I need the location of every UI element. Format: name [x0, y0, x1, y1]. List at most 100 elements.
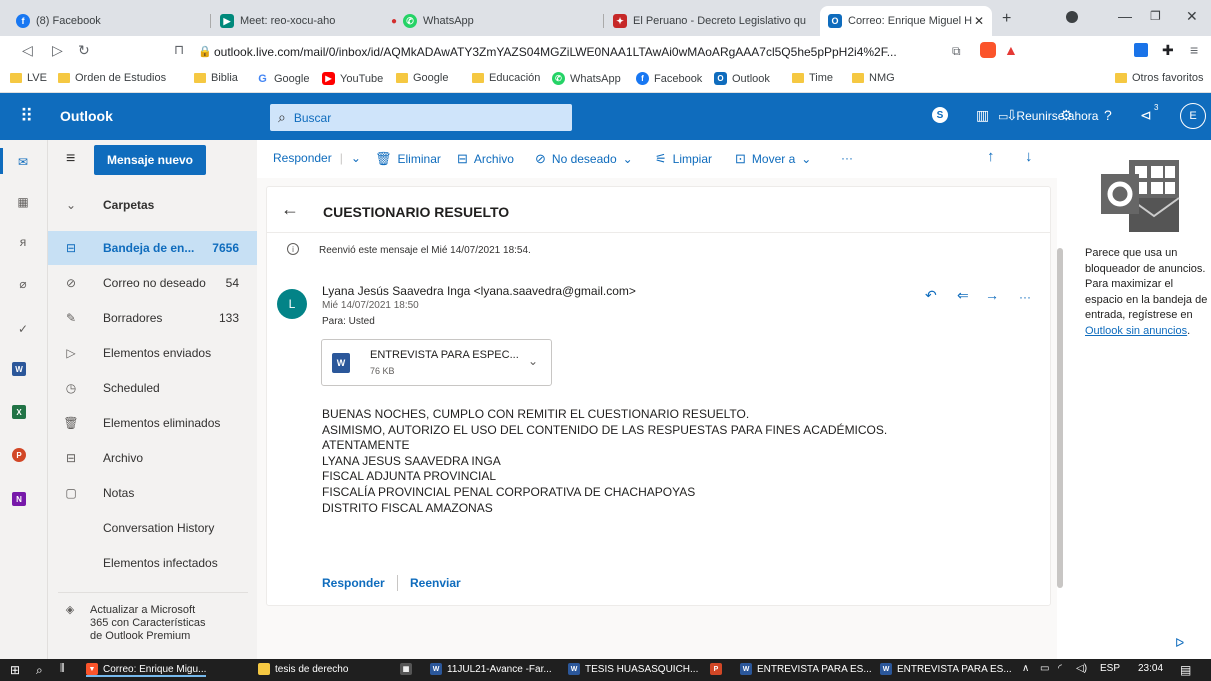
new-message-button[interactable]: Mensaje nuevo	[94, 145, 206, 175]
task-view-icon[interactable]: ⫼	[60, 663, 65, 674]
previous-message-icon[interactable]: ↑	[987, 148, 995, 165]
tab-whatsapp[interactable]: ● ✆ WhatsApp	[383, 6, 601, 36]
reply-link[interactable]: Responder	[322, 576, 385, 590]
taskbar-explorer[interactable]: tesis de derecho	[258, 663, 348, 675]
reload-icon[interactable]: ↻	[78, 42, 90, 59]
play-icon[interactable]: ᐅ	[1175, 636, 1184, 650]
reply-icon[interactable]: ↶	[925, 287, 937, 304]
folder-notes[interactable]: ▢ Notas	[48, 476, 257, 510]
share-icon[interactable]: ⧉	[952, 44, 961, 59]
notification-center-icon[interactable]: ▤	[1180, 663, 1191, 677]
url-field[interactable]: outlook.live.com/mail/0/inbox/id/AQMkADA…	[214, 45, 897, 59]
sender[interactable]: Lyana Jesús Saavedra Inga <lyana.saavedr…	[322, 284, 636, 298]
search-icon[interactable]: ⌕	[36, 663, 43, 678]
folder-infected[interactable]: Elementos infectados	[48, 546, 257, 580]
taskbar-word-1[interactable]: W 11JUL21-Avance -Far...	[430, 663, 552, 675]
onenote-icon[interactable]: N	[12, 492, 26, 506]
restore-button[interactable]: ❐	[1150, 9, 1161, 23]
excel-icon[interactable]: X	[12, 405, 26, 419]
sweep-button[interactable]: ⚟ Limpiar	[655, 151, 712, 167]
delete-button[interactable]: 🗑 Eliminar	[375, 151, 441, 167]
bookmark-facebook[interactable]: f Facebook	[636, 72, 702, 85]
folder-sent[interactable]: ▷ Elementos enviados	[48, 336, 257, 370]
extension-icon[interactable]	[1134, 43, 1148, 57]
mail-icon[interactable]: ✉	[14, 153, 32, 171]
wifi-icon[interactable]: ◜	[1058, 663, 1062, 674]
folder-inbox[interactable]: ⊟ Bandeja de en... 7656	[48, 231, 257, 265]
forward-icon[interactable]: →	[985, 287, 999, 303]
scrollbar[interactable]	[1057, 248, 1063, 588]
volume-icon[interactable]: ◁)	[1076, 663, 1087, 674]
taskbar-word-3[interactable]: W ENTREVISTA PARA ES...	[740, 663, 872, 675]
word-icon[interactable]: W	[12, 362, 26, 376]
next-message-icon[interactable]: ↓	[1025, 148, 1033, 165]
forward-link[interactable]: Reenviar	[410, 576, 461, 590]
premium-upgrade-link[interactable]: ◈ Actualizar a Microsoft 365 con Caracte…	[60, 604, 206, 643]
reply-all-icon[interactable]: ⇐	[957, 287, 969, 304]
todo-icon[interactable]: ✓	[14, 320, 32, 338]
office-icon[interactable]: ▥	[976, 107, 989, 124]
folder-scheduled[interactable]: ◷ Scheduled	[48, 371, 257, 405]
bookmark-time[interactable]: Time	[792, 72, 833, 84]
chevron-down-icon[interactable]: ⌄	[528, 354, 538, 368]
account-avatar[interactable]: E	[1180, 103, 1206, 129]
menu-icon[interactable]: ≡	[1190, 42, 1198, 58]
bookmark-whatsapp[interactable]: ✆ WhatsApp	[552, 72, 621, 85]
folder-junk[interactable]: ⊘ Correo no deseado 54	[48, 266, 257, 300]
bookmark-educacion[interactable]: Educación	[472, 72, 540, 84]
move-to-button[interactable]: ⊡ Mover a ⌄	[735, 151, 811, 167]
more-actions-button[interactable]: ···	[841, 151, 853, 165]
powerpoint-icon[interactable]: P	[12, 448, 26, 462]
app-launcher-icon[interactable]: ⠿	[20, 106, 33, 127]
brave-rewards-icon[interactable]: ▲	[1004, 42, 1018, 58]
bookmark-outlook[interactable]: O Outlook	[714, 72, 770, 85]
windows-start-icon[interactable]: ⊞	[10, 663, 20, 677]
language-indicator[interactable]: ESP	[1100, 663, 1120, 674]
back-arrow-icon[interactable]: ←	[281, 199, 299, 220]
tab-facebook[interactable]: f (8) Facebook	[8, 6, 208, 36]
outlook-no-ads-link[interactable]: Outlook sin anuncios	[1085, 325, 1187, 337]
reply-dropdown[interactable]: Responder | ⌄	[273, 151, 361, 165]
taskbar-word-4[interactable]: W ENTREVISTA PARA ES...	[880, 663, 1012, 675]
settings-icon[interactable]: ⚙	[1060, 107, 1073, 124]
bookmark-youtube[interactable]: ▶ YouTube	[322, 72, 383, 85]
calendar-icon[interactable]: ▦	[14, 193, 32, 211]
bookmark-google-folder[interactable]: Google	[396, 72, 448, 84]
folders-header[interactable]: ⌄ Carpetas	[48, 188, 257, 222]
bookmark-nmg[interactable]: NMG	[852, 72, 895, 84]
skype-icon[interactable]: S	[932, 107, 948, 123]
tray-chevron-icon[interactable]: ∧	[1022, 663, 1029, 674]
profile-menu-icon[interactable]	[1066, 11, 1078, 23]
folder-conversation-history[interactable]: Conversation History	[48, 511, 257, 545]
taskbar-calculator[interactable]: ▦	[400, 663, 417, 675]
folder-drafts[interactable]: ✎ Borradores 133	[48, 301, 257, 335]
close-tab-icon[interactable]: ✕	[974, 14, 984, 28]
tab-el-peruano[interactable]: ✦ El Peruano - Decreto Legislativo qu	[605, 6, 819, 36]
help-icon[interactable]: ?	[1104, 107, 1112, 123]
outlook-brand[interactable]: Outlook	[60, 108, 113, 124]
people-icon[interactable]: ᴙ	[14, 233, 32, 251]
sender-avatar[interactable]: L	[277, 289, 307, 319]
forward-icon[interactable]: ▷	[52, 42, 63, 59]
back-icon[interactable]: ◁	[22, 42, 33, 59]
bookmark-orden[interactable]: Orden de Estudios	[58, 72, 166, 84]
tab-outlook[interactable]: O Correo: Enrique Miguel Huasas ✕	[820, 6, 992, 36]
search-box[interactable]: ⌕ Buscar	[270, 104, 572, 131]
more-icon[interactable]: ···	[1019, 290, 1031, 304]
new-tab-button[interactable]: +	[1002, 10, 1011, 28]
battery-icon[interactable]: ▭	[1040, 663, 1049, 674]
clock[interactable]: 23:04	[1138, 663, 1163, 674]
tab-meet[interactable]: ▶ Meet: reo-xocu-aho	[212, 6, 380, 36]
bookmark-other[interactable]: Otros favoritos	[1115, 72, 1204, 84]
taskbar-powerpoint[interactable]: P	[710, 663, 727, 675]
brave-shield-icon[interactable]	[980, 42, 996, 58]
junk-button[interactable]: ⊘ No deseado ⌄	[535, 151, 633, 167]
taskbar-brave[interactable]: ▼ Correo: Enrique Migu...	[86, 663, 207, 677]
whats-new-icon[interactable]: ⊲	[1140, 107, 1152, 124]
close-window-button[interactable]: ✕	[1186, 8, 1198, 25]
archive-button[interactable]: ⊟ Archivo	[457, 151, 514, 167]
folder-archive[interactable]: ⊟ Archivo	[48, 441, 257, 475]
bookmark-lve[interactable]: LVE	[10, 72, 47, 84]
bookmark-biblia[interactable]: Biblia	[194, 72, 238, 84]
taskbar-word-2[interactable]: W TESIS HUASASQUICH...	[568, 663, 698, 675]
